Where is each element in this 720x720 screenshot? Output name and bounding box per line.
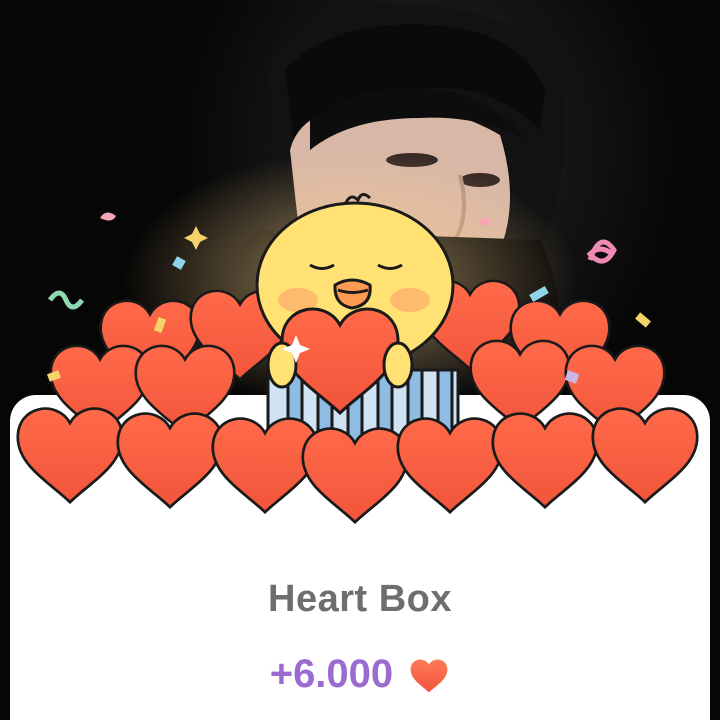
reward-amount: +6.000 bbox=[0, 650, 720, 697]
popup-title: Heart Box bbox=[268, 578, 452, 620]
gift-popup-screen: Heart Box +6.000 bbox=[0, 0, 720, 720]
reward-value: +6.000 bbox=[269, 651, 394, 696]
heart-icon bbox=[410, 659, 448, 693]
